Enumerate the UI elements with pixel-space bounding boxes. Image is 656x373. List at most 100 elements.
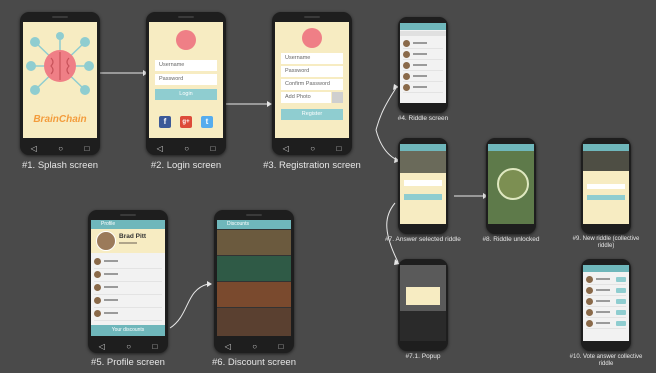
list-item[interactable]: [94, 270, 162, 282]
list-item[interactable]: [94, 296, 162, 308]
list-item-text-line: [413, 86, 427, 88]
caption-splash: #1. Splash screen: [21, 160, 99, 171]
add-photo-field[interactable]: Add Photo: [281, 92, 331, 103]
caption-new-riddle: #9. New riddle (collective riddle): [572, 236, 640, 249]
list-item[interactable]: [586, 308, 626, 318]
recents-icon[interactable]: □: [210, 144, 215, 153]
answer-submit-button[interactable]: [404, 194, 442, 200]
riddle-app-bar: [400, 23, 446, 30]
new-riddle-input[interactable]: [587, 184, 625, 189]
profile-screen: Profile Brad Pitt Your discounts: [91, 220, 165, 336]
password-input[interactable]: Password: [281, 66, 343, 77]
discount-card[interactable]: [217, 230, 291, 255]
answer-input[interactable]: [404, 180, 442, 186]
caption-registration: #3. Registration screen: [263, 160, 361, 171]
avatar: [94, 271, 101, 278]
avatar: [586, 320, 593, 327]
list-item[interactable]: [403, 50, 443, 60]
list-item[interactable]: [586, 286, 626, 296]
list-item[interactable]: [403, 39, 443, 49]
home-icon[interactable]: ○: [184, 144, 189, 153]
speaker: [178, 16, 194, 18]
phone-registration: Username Password Confirm Password Add P…: [272, 12, 352, 155]
username-input[interactable]: Username: [281, 53, 343, 64]
brain-logo-icon: [302, 28, 322, 48]
new-riddle-app-bar: [583, 144, 629, 151]
vote-button[interactable]: [616, 299, 626, 304]
phone-riddle-unlocked: [486, 138, 536, 234]
vote-button[interactable]: [616, 288, 626, 293]
list-item[interactable]: [94, 257, 162, 269]
list-item[interactable]: [586, 297, 626, 307]
recents-icon[interactable]: □: [278, 342, 283, 351]
keyboard[interactable]: [400, 311, 446, 341]
avatar: [586, 309, 593, 316]
profile-app-bar: Profile: [91, 220, 165, 229]
recents-icon[interactable]: □: [336, 144, 341, 153]
phone-login: Username Password Login f g+ t ◁ ○ □: [146, 12, 226, 155]
avatar: [403, 40, 410, 47]
avatar: [94, 297, 101, 304]
register-button[interactable]: Register: [281, 109, 343, 120]
phone-new-riddle: [581, 138, 631, 234]
speaker: [120, 214, 136, 216]
back-icon[interactable]: ◁: [225, 342, 231, 351]
confirm-password-input[interactable]: Confirm Password: [281, 79, 343, 90]
speaker: [52, 16, 68, 18]
home-icon[interactable]: ○: [310, 144, 315, 153]
list-item-text-line: [104, 299, 118, 301]
popup-screen: [400, 265, 446, 341]
caption-profile: #5. Profile screen: [91, 357, 165, 368]
list-item[interactable]: [403, 83, 443, 93]
new-riddle-submit-button[interactable]: [587, 195, 625, 200]
vote-button[interactable]: [616, 310, 626, 315]
list-item[interactable]: [403, 72, 443, 82]
registration-screen: Username Password Confirm Password Add P…: [275, 22, 349, 138]
discount-card[interactable]: [217, 256, 291, 281]
back-icon[interactable]: ◁: [157, 144, 163, 153]
caption-vote-answer: #10. Vote answer collective riddle: [569, 354, 643, 367]
vote-button[interactable]: [616, 277, 626, 282]
username-input[interactable]: Username: [155, 60, 217, 71]
login-button[interactable]: Login: [155, 89, 217, 100]
list-item-text-line: [413, 42, 427, 44]
list-item[interactable]: [94, 309, 162, 321]
add-photo-button[interactable]: [332, 92, 343, 103]
list-item-text-line: [596, 278, 610, 280]
your-discounts-button[interactable]: Your discounts: [91, 325, 165, 336]
profile-header: Brad Pitt: [91, 229, 165, 253]
caption-answer-riddle: #7. Answer selected riddle: [385, 236, 461, 243]
recents-icon[interactable]: □: [84, 144, 89, 153]
twitter-icon[interactable]: t: [201, 116, 213, 128]
back-icon[interactable]: ◁: [31, 144, 37, 153]
list-item[interactable]: [586, 319, 626, 329]
google-plus-icon[interactable]: g+: [180, 116, 192, 128]
profile-user-subtitle: [119, 242, 137, 244]
caption-riddle-unlocked: #8. Riddle unlocked: [482, 236, 540, 243]
list-item[interactable]: [403, 61, 443, 71]
system-nav-bar: ◁ ○ □: [272, 141, 352, 155]
recents-icon[interactable]: □: [152, 342, 157, 351]
list-item-text-line: [413, 64, 427, 66]
home-icon[interactable]: ○: [252, 342, 257, 351]
speaker: [246, 214, 262, 216]
back-icon[interactable]: ◁: [99, 342, 105, 351]
riddle-image: [583, 151, 629, 171]
brain-logo-icon: [176, 30, 196, 50]
list-item[interactable]: [586, 275, 626, 285]
speaker: [304, 16, 320, 18]
caption-discount: #6. Discount screen: [212, 357, 296, 368]
caption-login: #2. Login screen: [150, 160, 222, 171]
phone-vote-answer: [581, 259, 631, 351]
list-item[interactable]: [94, 283, 162, 295]
facebook-icon[interactable]: f: [159, 116, 171, 128]
discount-card[interactable]: [217, 282, 291, 307]
phone-popup: [398, 259, 448, 351]
password-input[interactable]: Password: [155, 74, 217, 85]
unlocked-app-bar: [488, 144, 534, 151]
back-icon[interactable]: ◁: [283, 144, 289, 153]
home-icon[interactable]: ○: [58, 144, 63, 153]
discount-card[interactable]: [217, 308, 291, 336]
vote-button[interactable]: [616, 321, 626, 326]
home-icon[interactable]: ○: [126, 342, 131, 351]
